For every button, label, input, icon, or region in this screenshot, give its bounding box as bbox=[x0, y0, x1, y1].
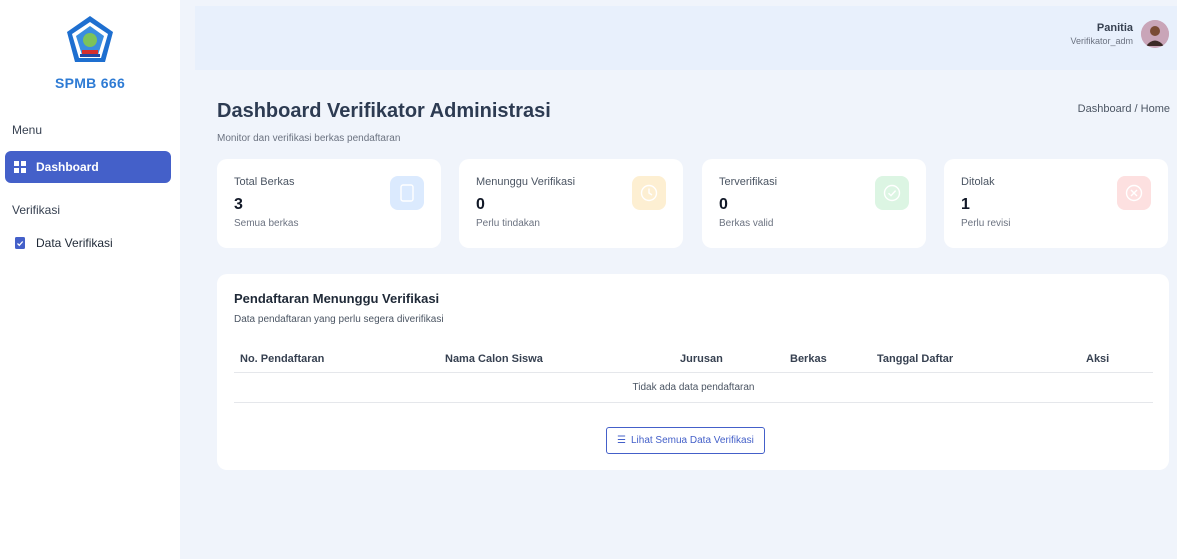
clock-icon bbox=[632, 176, 666, 210]
brand-name: SPMB 666 bbox=[54, 75, 126, 91]
user-menu[interactable]: Panitia Verifikator_adm bbox=[1070, 20, 1169, 48]
panel-title: Pendaftaran Menunggu Verifikasi bbox=[234, 291, 440, 306]
user-avatar-icon bbox=[1141, 20, 1169, 48]
school-logo-icon bbox=[67, 16, 113, 62]
list-icon: ☰ bbox=[617, 435, 626, 446]
stat-value: 0 bbox=[476, 196, 485, 213]
sidebar: SPMB 666 Menu Dashboard Verifikasi Data … bbox=[0, 0, 180, 559]
sidebar-item-dashboard[interactable]: Dashboard bbox=[5, 151, 171, 183]
stat-label: Ditolak bbox=[961, 176, 995, 188]
table-header: No. Pendaftaran Nama Calon Siswa Jurusan… bbox=[234, 348, 1153, 373]
file-icon bbox=[390, 176, 424, 210]
check-circle-icon bbox=[875, 176, 909, 210]
stat-card-total-berkas: Total Berkas 3 Semua berkas bbox=[217, 159, 441, 248]
sidebar-item-label: Data Verifikasi bbox=[36, 236, 113, 250]
column-header-jurusan: Jurusan bbox=[680, 353, 723, 365]
button-label: Lihat Semua Data Verifikasi bbox=[630, 435, 754, 446]
column-header-berkas: Berkas bbox=[790, 353, 827, 365]
column-header-tanggal-daftar: Tanggal Daftar bbox=[877, 353, 954, 365]
topbar: Panitia Verifikator_adm bbox=[195, 6, 1177, 70]
stat-card-terverifikasi: Terverifikasi 0 Berkas valid bbox=[702, 159, 926, 248]
page-title: Dashboard Verifikator Administrasi bbox=[217, 100, 551, 122]
stat-value: 3 bbox=[234, 196, 243, 213]
verifikasi-section-label: Verifikasi bbox=[12, 203, 61, 217]
stat-note: Perlu tindakan bbox=[476, 218, 540, 229]
user-name: Panitia bbox=[1096, 22, 1133, 34]
breadcrumb[interactable]: Dashboard / Home bbox=[1078, 103, 1170, 115]
sidebar-item-data-verifikasi[interactable]: Data Verifikasi bbox=[5, 227, 171, 259]
panel-subtitle: Data pendaftaran yang perlu segera diver… bbox=[234, 314, 444, 325]
sidebar-item-label: Dashboard bbox=[36, 160, 99, 174]
stat-label: Total Berkas bbox=[234, 176, 295, 188]
empty-table-row: Tidak ada data pendaftaran bbox=[234, 373, 1153, 403]
x-circle-icon bbox=[1117, 176, 1151, 210]
stat-note: Semua berkas bbox=[234, 218, 299, 229]
stat-card-menunggu-verifikasi: Menunggu Verifikasi 0 Perlu tindakan bbox=[459, 159, 683, 248]
menu-section-label: Menu bbox=[12, 123, 43, 137]
logo-block: SPMB 666 bbox=[0, 14, 180, 91]
checklist-icon bbox=[15, 237, 25, 249]
stat-value: 0 bbox=[719, 196, 728, 213]
stat-card-ditolak: Ditolak 1 Perlu revisi bbox=[944, 159, 1168, 248]
page-subtitle: Monitor dan verifikasi berkas pendaftara… bbox=[217, 133, 401, 144]
grid-icon bbox=[14, 161, 26, 173]
avatar[interactable] bbox=[1141, 20, 1169, 48]
stat-value: 1 bbox=[961, 196, 970, 213]
view-all-verification-button[interactable]: ☰ Lihat Semua Data Verifikasi bbox=[606, 427, 765, 454]
column-header-nama-calon-siswa: Nama Calon Siswa bbox=[445, 353, 543, 365]
pending-verification-panel: Pendaftaran Menunggu Verifikasi Data pen… bbox=[217, 274, 1169, 470]
column-header-no-pendaftaran: No. Pendaftaran bbox=[240, 353, 325, 365]
user-role: Verifikator_adm bbox=[1070, 36, 1133, 46]
column-header-aksi: Aksi bbox=[1086, 353, 1110, 365]
user-info: Panitia Verifikator_adm bbox=[1070, 22, 1133, 46]
stat-note: Berkas valid bbox=[719, 218, 774, 229]
stat-note: Perlu revisi bbox=[961, 218, 1011, 229]
stat-label: Terverifikasi bbox=[719, 176, 778, 188]
stat-label: Menunggu Verifikasi bbox=[476, 176, 576, 188]
